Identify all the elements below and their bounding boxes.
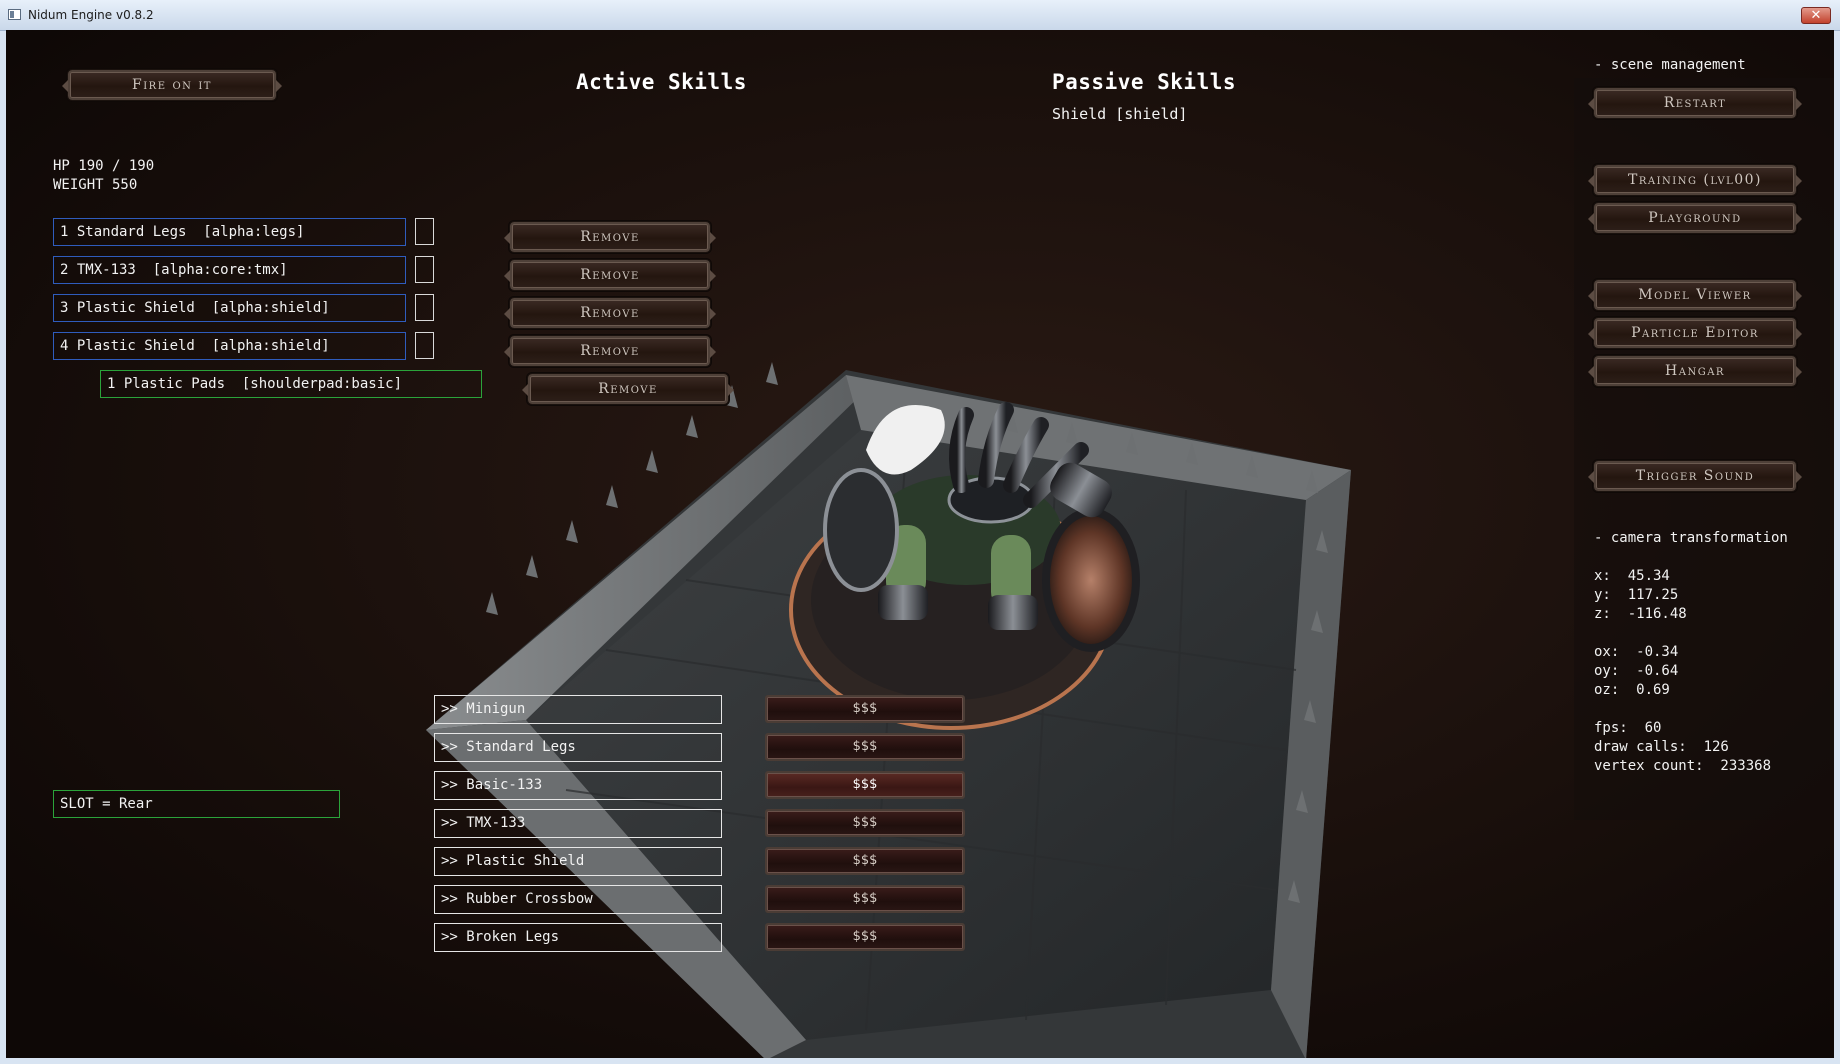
draw-calls-readout: draw calls: 126	[1594, 739, 1729, 755]
slot-1-checkbox[interactable]	[415, 218, 434, 245]
shop-item-broken-legs[interactable]: >> Broken Legs	[434, 923, 722, 952]
remove-button-slot-3[interactable]: Remove	[504, 297, 716, 329]
slot-4[interactable]: 4 Plastic Shield [alpha:shield]	[53, 332, 406, 360]
passive-skills-title: Passive Skills	[1052, 70, 1237, 94]
camera-oy: oy: -0.64	[1594, 663, 1679, 679]
buy-button-tmx-133[interactable]: $$$	[765, 809, 965, 837]
camera-z: z: -116.48	[1594, 606, 1687, 622]
trigger-sound-button[interactable]: Trigger Sound	[1588, 460, 1802, 492]
shop-item-plastic-shield[interactable]: >> Plastic Shield	[434, 847, 722, 876]
remove-button-subslot-1[interactable]: Remove	[522, 373, 734, 405]
shop-item-tmx-133[interactable]: >> TMX-133	[434, 809, 722, 838]
fire-button[interactable]: Fire on it	[62, 69, 282, 101]
training-button[interactable]: Training (lvl00)	[1588, 164, 1802, 196]
app-window: Nidum Engine v0.8.2 ✕ Fire on it Active …	[0, 0, 1840, 1064]
weight-readout: WEIGHT 550	[53, 177, 138, 193]
slot-1[interactable]: 1 Standard Legs [alpha:legs]	[53, 218, 406, 246]
camera-header: - camera transformation	[1594, 530, 1788, 546]
shop-item-minigun[interactable]: >> Minigun	[434, 695, 722, 724]
remove-button-slot-1[interactable]: Remove	[504, 221, 716, 253]
buy-button-rubber-crossbow[interactable]: $$$	[765, 885, 965, 913]
buy-button-standard-legs[interactable]: $$$	[765, 733, 965, 761]
shop-item-rubber-crossbow[interactable]: >> Rubber Crossbow	[434, 885, 722, 914]
remove-button-slot-4[interactable]: Remove	[504, 335, 716, 367]
hud-layer: Fire on it Active Skills Passive Skills …	[0, 0, 1840, 1064]
remove-button-slot-2[interactable]: Remove	[504, 259, 716, 291]
particle-editor-button[interactable]: Particle Editor	[1588, 317, 1802, 349]
buy-button-minigun[interactable]: $$$	[765, 695, 965, 723]
buy-button-broken-legs[interactable]: $$$	[765, 923, 965, 951]
restart-button[interactable]: Restart	[1588, 87, 1802, 119]
slot-3[interactable]: 3 Plastic Shield [alpha:shield]	[53, 294, 406, 322]
slot-2-checkbox[interactable]	[415, 256, 434, 283]
active-skills-title: Active Skills	[576, 70, 747, 94]
model-viewer-button[interactable]: Model Viewer	[1588, 279, 1802, 311]
slot-2[interactable]: 2 TMX-133 [alpha:core:tmx]	[53, 256, 406, 284]
camera-oz: oz: 0.69	[1594, 682, 1670, 698]
slot-3-checkbox[interactable]	[415, 294, 434, 321]
passive-skill-item: Shield [shield]	[1052, 105, 1188, 123]
fps-readout: fps: 60	[1594, 720, 1662, 736]
buy-button-plastic-shield[interactable]: $$$	[765, 847, 965, 875]
shop-item-standard-legs[interactable]: >> Standard Legs	[434, 733, 722, 762]
playground-button[interactable]: Playground	[1588, 202, 1802, 234]
subslot-1[interactable]: 1 Plastic Pads [shoulderpad:basic]	[100, 370, 482, 398]
scene-management-header: - scene management	[1594, 57, 1746, 73]
buy-button-basic-133[interactable]: $$$	[765, 771, 965, 799]
slot-indicator: SLOT = Rear	[53, 790, 340, 818]
camera-ox: ox: -0.34	[1594, 644, 1679, 660]
slot-4-checkbox[interactable]	[415, 332, 434, 359]
vertex-count-readout: vertex count: 233368	[1594, 758, 1772, 774]
shop-item-basic-133[interactable]: >> Basic-133	[434, 771, 722, 800]
camera-y: y: 117.25	[1594, 587, 1679, 603]
hp-readout: HP 190 / 190	[53, 158, 155, 174]
hangar-button[interactable]: Hangar	[1588, 355, 1802, 387]
camera-x: x: 45.34	[1594, 568, 1670, 584]
